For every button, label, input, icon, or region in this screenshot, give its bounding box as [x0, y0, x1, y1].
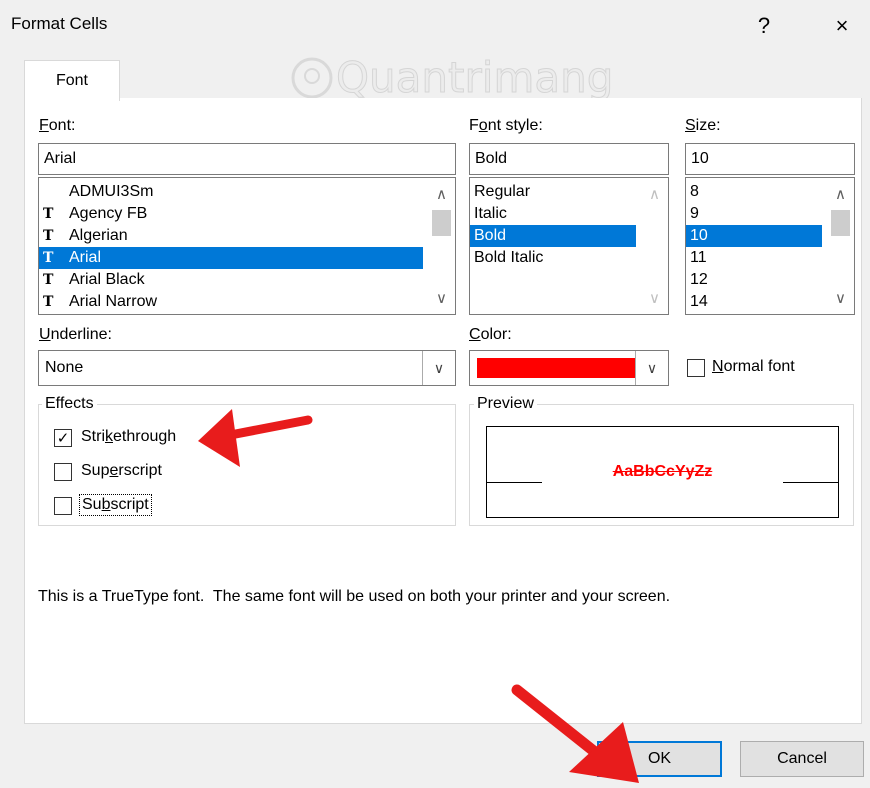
- info-text: This is a TrueType font. The same font w…: [38, 588, 671, 605]
- font-style-list-item[interactable]: Italic: [470, 203, 636, 225]
- size-list-item[interactable]: 11: [686, 247, 822, 269]
- watermark-logo: Quantrimang: [291, 53, 614, 103]
- font-list-item-label: ADMUI3Sm: [69, 183, 154, 200]
- font-label: Font:: [39, 117, 76, 134]
- truetype-icon: T: [43, 206, 54, 222]
- truetype-icon: T: [43, 228, 54, 244]
- truetype-icon: T: [43, 294, 54, 310]
- font-list-item[interactable]: ADMUI3Sm: [39, 181, 423, 203]
- chevron-down-icon[interactable]: ∨: [422, 351, 455, 385]
- subscript-checkbox[interactable]: [54, 497, 72, 515]
- scroll-thumb[interactable]: [432, 210, 451, 236]
- font-list-item-label: Agency FB: [69, 205, 148, 222]
- underline-value: None: [45, 359, 84, 376]
- normal-font-checkbox[interactable]: [687, 359, 705, 377]
- font-style-scrollbar: ∧ ∨: [641, 178, 668, 314]
- font-list-item-label: Algerian: [69, 227, 128, 244]
- size-input[interactable]: 10: [685, 143, 855, 175]
- superscript-checkbox[interactable]: [54, 463, 72, 481]
- size-list-item[interactable]: 8: [686, 181, 822, 203]
- effects-label: Effects: [42, 395, 97, 413]
- scroll-up-icon[interactable]: ∧: [428, 182, 455, 206]
- scroll-down-icon[interactable]: ∨: [827, 286, 854, 310]
- check-icon: ✓: [56, 429, 70, 447]
- scroll-thumb[interactable]: [831, 210, 850, 236]
- annotation-arrow-ok: [511, 684, 639, 783]
- size-list-item[interactable]: 10: [686, 225, 822, 247]
- size-list-item-label: 10: [690, 227, 708, 244]
- scroll-up-icon: ∧: [649, 186, 660, 203]
- color-swatch: [477, 358, 635, 378]
- scroll-up-icon[interactable]: ∧: [827, 182, 854, 206]
- font-list-item-label: Arial: [69, 249, 102, 266]
- size-list-item-label: 8: [690, 183, 699, 200]
- preview-label: Preview: [474, 395, 537, 413]
- size-list-item[interactable]: 9: [686, 203, 822, 225]
- underline-label: Underline:: [39, 326, 112, 343]
- preview-baseline-left: [486, 482, 542, 483]
- underline-select[interactable]: None ∨: [38, 350, 456, 386]
- subscript-label[interactable]: Subscript: [79, 494, 152, 516]
- preview-baseline-right: [783, 482, 839, 483]
- font-style-list-item-label: Regular: [474, 183, 531, 200]
- tab-font[interactable]: Font: [24, 60, 120, 101]
- preview-box: AaBbCcYyZz: [486, 426, 839, 518]
- strikethrough-checkbox[interactable]: ✓: [54, 429, 72, 447]
- color-select[interactable]: ∨: [469, 350, 669, 386]
- font-style-input[interactable]: Bold: [469, 143, 669, 175]
- size-list-item[interactable]: 14: [686, 291, 822, 313]
- size-list-item-label: 11: [690, 249, 707, 266]
- font-style-list-item[interactable]: Bold: [470, 225, 636, 247]
- size-list-scrollbar[interactable]: ∧ ∨: [827, 178, 854, 314]
- color-label: Color:: [469, 326, 512, 343]
- size-list[interactable]: 8 9 10 11 12 14 ∧ ∨: [685, 177, 855, 315]
- font-style-list[interactable]: Regular Italic Bold Bold Italic ∧ ∨: [469, 177, 669, 315]
- font-list-item[interactable]: T Arial Narrow: [39, 291, 423, 313]
- truetype-icon: T: [43, 272, 54, 288]
- font-style-list-item-label: Bold Italic: [474, 249, 544, 266]
- size-list-item-label: 12: [690, 271, 708, 288]
- font-style-list-item-label: Italic: [474, 205, 507, 222]
- font-list-item[interactable]: T Arial Black: [39, 269, 423, 291]
- scroll-down-icon[interactable]: ∨: [428, 286, 455, 310]
- truetype-icon: T: [43, 250, 54, 266]
- scroll-down-icon: ∨: [649, 290, 660, 307]
- font-list-item[interactable]: T Arial: [39, 247, 423, 269]
- cancel-button[interactable]: Cancel: [740, 741, 864, 777]
- size-label: Size:: [685, 117, 721, 134]
- watermark-text: Quantrimang: [336, 53, 613, 102]
- font-list[interactable]: ADMUI3Sm T Agency FB T Algerian T Arial T Arial …: [38, 177, 456, 315]
- help-button[interactable]: ?: [744, 6, 784, 46]
- font-style-label: Font style:: [469, 117, 543, 134]
- preview-sample-text: AaBbCcYyZz: [612, 463, 713, 480]
- font-style-list-item[interactable]: Regular: [470, 181, 636, 203]
- size-list-item-label: 14: [690, 293, 708, 310]
- font-style-list-item-label: Bold: [474, 227, 507, 244]
- font-style-list-item[interactable]: Bold Italic: [470, 247, 636, 269]
- superscript-label[interactable]: Superscript: [81, 462, 162, 480]
- close-button[interactable]: ×: [822, 6, 862, 46]
- normal-font-label[interactable]: Normal font: [712, 358, 795, 376]
- font-list-item-label: Arial Narrow: [69, 293, 158, 310]
- chevron-down-icon[interactable]: ∨: [635, 351, 668, 385]
- font-name-input[interactable]: Arial: [38, 143, 456, 175]
- size-list-item[interactable]: 12: [686, 269, 822, 291]
- font-list-item[interactable]: T Agency FB: [39, 203, 423, 225]
- tab-font-label: Font: [55, 72, 88, 89]
- font-list-item-label: Arial Black: [69, 271, 145, 288]
- font-list-item[interactable]: T Algerian: [39, 225, 423, 247]
- annotation-arrow-strikethrough: [198, 409, 313, 467]
- size-list-item-label: 9: [690, 205, 699, 222]
- strikethrough-label[interactable]: Strikethrough: [81, 428, 176, 446]
- window-title: Format Cells: [11, 14, 108, 33]
- font-list-scrollbar[interactable]: ∧ ∨: [428, 178, 455, 314]
